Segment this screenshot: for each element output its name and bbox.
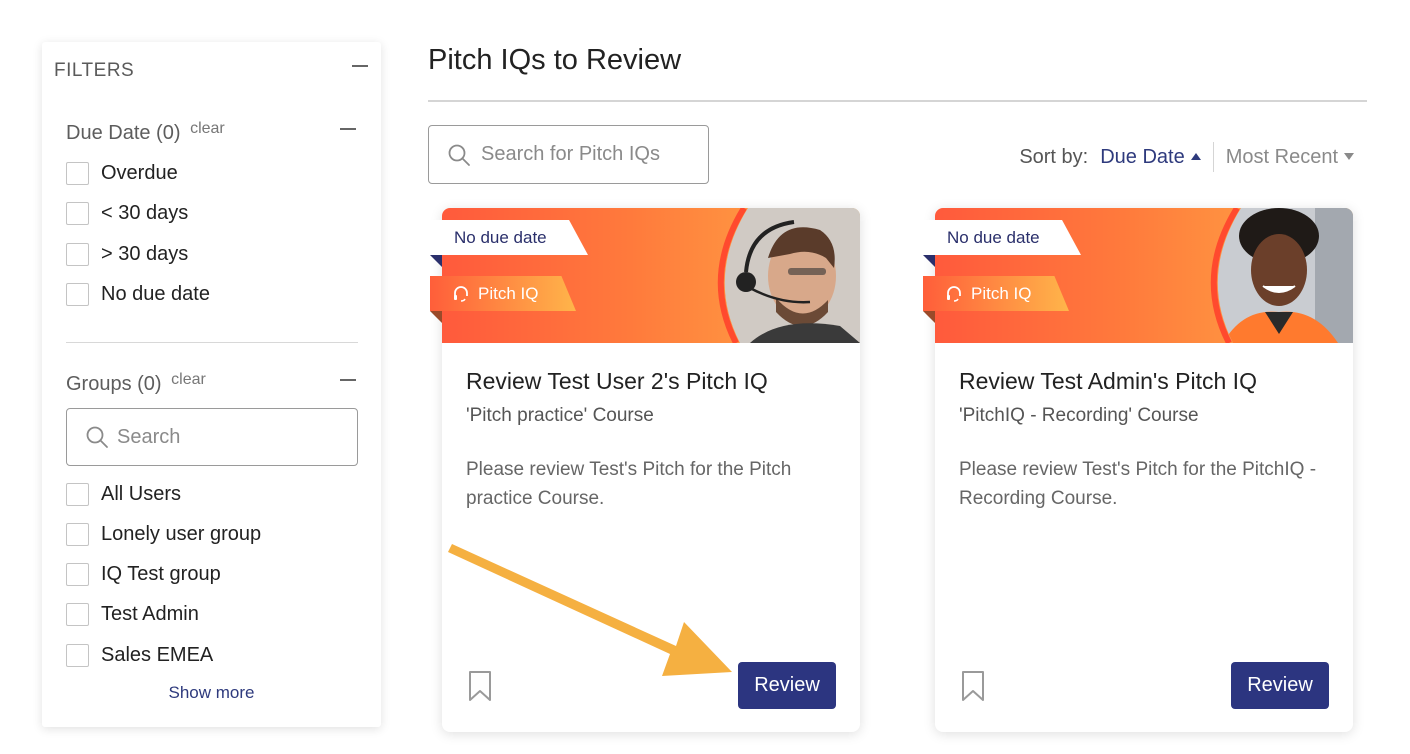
collapse-filters-minus-icon[interactable] bbox=[352, 65, 368, 67]
search-icon bbox=[86, 426, 108, 448]
option-label: Overdue bbox=[101, 161, 178, 184]
option-label: All Users bbox=[101, 482, 182, 505]
checkbox[interactable] bbox=[66, 242, 89, 266]
ribbon-fold bbox=[923, 311, 935, 323]
sort-controls: Sort by: Due Date Most Recent bbox=[1019, 142, 1354, 172]
group-option-lonely-user-group[interactable]: Lonely user group bbox=[66, 521, 261, 547]
checkbox[interactable] bbox=[66, 482, 89, 506]
checkbox[interactable] bbox=[66, 562, 89, 586]
due-date-tag: No due date bbox=[923, 220, 1081, 255]
checkbox[interactable] bbox=[66, 602, 89, 626]
option-label: > 30 days bbox=[101, 242, 189, 265]
search-icon bbox=[448, 144, 470, 166]
due-date-option-more-30[interactable]: > 30 days bbox=[66, 241, 188, 267]
due-date-title: Due Date (0) bbox=[66, 122, 181, 144]
header-divider bbox=[428, 100, 1367, 102]
due-date-option-overdue[interactable]: Overdue bbox=[66, 160, 178, 186]
headset-icon bbox=[945, 285, 963, 303]
group-option-iq-test-group[interactable]: IQ Test group bbox=[66, 561, 221, 587]
sort-most-recent-label: Most Recent bbox=[1225, 145, 1338, 168]
type-tag-label: Pitch IQ bbox=[971, 283, 1032, 303]
type-tag-label: Pitch IQ bbox=[478, 283, 539, 303]
collapse-groups-minus-icon[interactable] bbox=[340, 379, 356, 381]
card-course: 'PitchIQ - Recording' Course bbox=[959, 405, 1199, 426]
card-title: Review Test Admin's Pitch IQ bbox=[959, 368, 1257, 394]
pitch-iq-card[interactable]: No due date Pitch IQ Review Test User 2'… bbox=[430, 208, 860, 732]
review-button[interactable]: Review bbox=[1231, 662, 1329, 709]
sort-most-recent-button[interactable]: Most Recent bbox=[1226, 146, 1354, 169]
sort-separator bbox=[1212, 142, 1214, 172]
option-label: Test Admin bbox=[101, 602, 199, 625]
group-option-test-admin[interactable]: Test Admin bbox=[66, 601, 199, 627]
checkbox[interactable] bbox=[66, 201, 89, 225]
checkbox[interactable] bbox=[66, 643, 89, 667]
groups-section-title: Groups (0) clear bbox=[66, 371, 206, 396]
section-divider bbox=[66, 342, 358, 343]
filters-panel: FILTERS Due Date (0) clear Overdue < 30 … bbox=[42, 42, 381, 727]
option-label: IQ Test group bbox=[101, 562, 221, 585]
pitch-iq-search-placeholder: Search for Pitch IQs bbox=[481, 143, 660, 165]
checkbox[interactable] bbox=[66, 282, 89, 306]
option-label: Sales EMEA bbox=[101, 643, 214, 666]
headset-icon bbox=[452, 285, 470, 303]
groups-search-placeholder: Search bbox=[117, 425, 181, 448]
option-label: No due date bbox=[101, 282, 210, 305]
due-date-section-title: Due Date (0) clear bbox=[66, 120, 225, 145]
bookmark-icon[interactable] bbox=[468, 670, 492, 702]
card-description: Please review Test's Pitch for the Pitch… bbox=[466, 459, 792, 509]
checkbox[interactable] bbox=[66, 522, 89, 546]
page-title: Pitch IQs to Review bbox=[428, 44, 682, 76]
caret-up-icon bbox=[1190, 152, 1201, 160]
user-photo bbox=[717, 208, 860, 343]
user-photo bbox=[1210, 208, 1353, 343]
groups-title: Groups (0) bbox=[66, 373, 162, 395]
ribbon-fold bbox=[430, 311, 442, 323]
groups-clear-link[interactable]: clear bbox=[171, 371, 206, 388]
sort-label: Sort by: bbox=[1019, 145, 1089, 168]
option-label: < 30 days bbox=[101, 201, 189, 224]
ribbon-fold bbox=[430, 255, 442, 267]
pitch-iq-card[interactable]: No due date Pitch IQ Review Test Admin's… bbox=[923, 208, 1353, 732]
pitch-iq-search-input[interactable]: Search for Pitch IQs bbox=[428, 125, 709, 184]
due-date-option-less-30[interactable]: < 30 days bbox=[66, 200, 188, 226]
groups-search-input[interactable]: Search bbox=[66, 408, 358, 466]
collapse-due-date-minus-icon[interactable] bbox=[340, 128, 356, 130]
caret-down-icon bbox=[1344, 152, 1354, 160]
bookmark-icon[interactable] bbox=[961, 670, 985, 702]
card-title: Review Test User 2's Pitch IQ bbox=[466, 368, 768, 394]
type-tag: Pitch IQ bbox=[923, 276, 1069, 311]
due-date-tag: No due date bbox=[430, 220, 588, 255]
group-option-sales-emea[interactable]: Sales EMEA bbox=[66, 642, 213, 668]
ribbon-fold bbox=[923, 255, 935, 267]
card-description: Please review Test's Pitch for the Pitch… bbox=[959, 459, 1317, 509]
show-more-link[interactable]: Show more bbox=[42, 683, 381, 703]
due-date-option-no-due[interactable]: No due date bbox=[66, 281, 210, 307]
type-tag: Pitch IQ bbox=[430, 276, 576, 311]
checkbox[interactable] bbox=[66, 161, 89, 185]
due-date-clear-link[interactable]: clear bbox=[190, 120, 225, 137]
sort-due-date-label: Due Date bbox=[1100, 145, 1185, 168]
card-course: 'Pitch practice' Course bbox=[466, 405, 654, 426]
sort-due-date-button[interactable]: Due Date bbox=[1100, 146, 1201, 169]
group-option-all-users[interactable]: All Users bbox=[66, 481, 181, 507]
filters-title: FILTERS bbox=[54, 60, 135, 81]
review-button[interactable]: Review bbox=[738, 662, 836, 709]
option-label: Lonely user group bbox=[101, 522, 262, 545]
